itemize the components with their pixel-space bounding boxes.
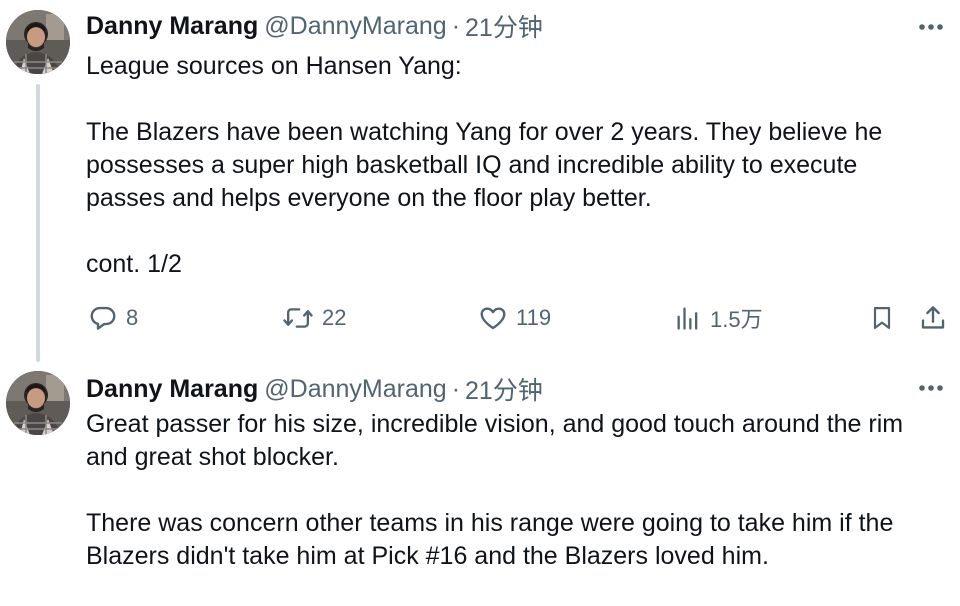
reply-count: 8 xyxy=(126,305,139,330)
avatar[interactable] xyxy=(6,10,70,74)
avatar-image xyxy=(6,10,70,74)
author-handle[interactable]: @DannyMarang xyxy=(264,12,446,41)
more-button[interactable] xyxy=(916,12,946,42)
more-button[interactable] xyxy=(916,373,946,403)
like-count: 119 xyxy=(516,305,552,330)
reply-button[interactable]: 8 xyxy=(88,298,138,338)
tweet-header: Danny Marang @DannyMarang · 21分钟 xyxy=(86,371,543,407)
share-icon xyxy=(918,303,948,333)
author-name[interactable]: Danny Marang xyxy=(86,375,258,404)
repost-icon xyxy=(282,303,314,333)
views-icon xyxy=(674,303,702,333)
bookmark-button[interactable] xyxy=(868,298,896,338)
author-name[interactable]: Danny Marang xyxy=(86,12,258,41)
tweet-actions: 8 22 119 1.5万 xyxy=(86,298,956,338)
share-button[interactable] xyxy=(918,298,948,338)
thread-connector-line xyxy=(36,84,40,362)
views-button[interactable]: 1.5万 xyxy=(674,298,763,338)
like-button[interactable]: 119 xyxy=(478,298,551,338)
tweet-paragraph: There was concern other teams in his ran… xyxy=(86,509,901,570)
tweet-text: Great passer for his size, incredible vi… xyxy=(86,408,936,606)
heart-icon xyxy=(478,303,508,333)
tweet-header: Danny Marang @DannyMarang · 21分钟 xyxy=(86,8,543,44)
timestamp[interactable]: 21分钟 xyxy=(465,371,543,407)
more-horizontal-icon xyxy=(919,385,943,391)
repost-count: 22 xyxy=(322,305,347,330)
tweet[interactable]: Danny Marang @DannyMarang · 21分钟 Great p… xyxy=(0,365,960,580)
repost-button[interactable]: 22 xyxy=(282,298,346,338)
view-count: 1.5万 xyxy=(710,307,763,332)
timestamp[interactable]: 21分钟 xyxy=(465,8,543,44)
separator-dot: · xyxy=(451,11,461,40)
more-horizontal-icon xyxy=(919,24,943,30)
author-handle[interactable]: @DannyMarang xyxy=(264,375,446,404)
tweet-paragraph: Great passer for his size, incredible vi… xyxy=(86,410,911,471)
avatar[interactable] xyxy=(6,371,70,435)
tweet-text: League sources on Hansen Yang: The Blaze… xyxy=(86,50,936,314)
tweet-paragraph: The Blazers have been watching Yang for … xyxy=(86,118,890,212)
bookmark-icon xyxy=(868,303,896,333)
reply-icon xyxy=(88,303,118,333)
tweet-paragraph: cont. 1/2 xyxy=(86,250,182,278)
tweet[interactable]: Danny Marang @DannyMarang · 21分钟 League … xyxy=(0,0,960,365)
separator-dot: · xyxy=(451,374,461,403)
avatar-image xyxy=(6,371,70,435)
tweet-paragraph: League sources on Hansen Yang: xyxy=(86,52,462,80)
